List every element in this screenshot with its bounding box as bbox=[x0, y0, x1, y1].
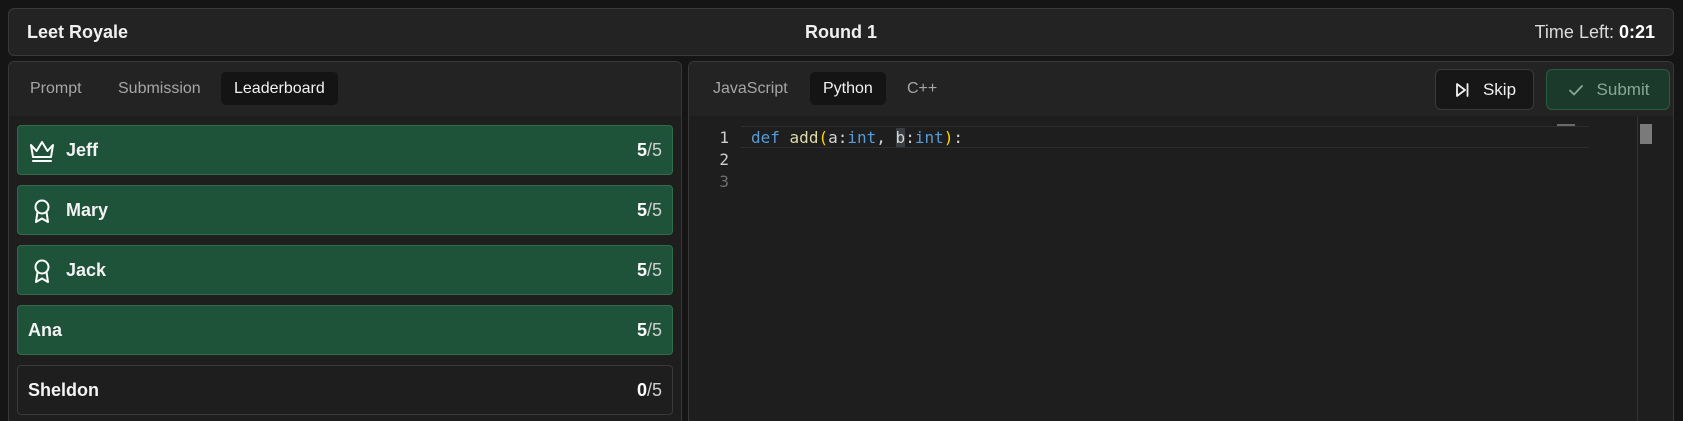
time-left-value: 0:21 bbox=[1618, 22, 1655, 42]
tab-cpp[interactable]: C++ bbox=[894, 72, 950, 105]
submit-label: Submit bbox=[1596, 79, 1650, 99]
top-bar: Leet Royale Round 1 Time Left: 0:21 bbox=[8, 8, 1674, 56]
player-name: Mary bbox=[66, 200, 109, 220]
skip-forward-icon bbox=[1456, 82, 1469, 97]
left-tab-bar: Prompt Submission Leaderboard bbox=[9, 62, 681, 116]
editor-scrollbar-thumb[interactable] bbox=[1640, 124, 1652, 144]
tab-submission[interactable]: Submission bbox=[105, 72, 214, 105]
award-ribbon-icon bbox=[34, 199, 50, 223]
leaderboard-row: Sheldon 0/5 bbox=[17, 365, 673, 415]
crown-icon bbox=[30, 141, 54, 162]
player-score: 5/5 bbox=[636, 140, 662, 160]
leaderboard-row: Jeff 5/5 bbox=[17, 125, 673, 175]
right-panel: JavaScript Python C++ Skip Submit 1 2 3 … bbox=[688, 61, 1674, 421]
time-left: Time Left: 0:21 bbox=[1535, 22, 1655, 43]
leaderboard-row: Ana 5/5 bbox=[17, 305, 673, 355]
code-editor[interactable]: 1 2 3 def add(a:int, b:int): bbox=[689, 116, 1673, 421]
round-indicator: Round 1 bbox=[805, 22, 877, 42]
player-score: 0/5 bbox=[636, 380, 662, 400]
player-name: Jack bbox=[66, 260, 107, 280]
leaderboard-list: Jeff 5/5 Mary 5/5 Jack 5/5 Ana 5/5 Sheld… bbox=[17, 125, 673, 421]
check-icon bbox=[1568, 84, 1583, 95]
tab-python[interactable]: Python bbox=[810, 72, 886, 105]
player-score: 5/5 bbox=[636, 320, 662, 340]
player-score: 5/5 bbox=[636, 260, 662, 280]
time-left-label: Time Left: bbox=[1534, 22, 1619, 42]
tab-prompt[interactable]: Prompt bbox=[17, 72, 95, 105]
leaderboard-row: Jack 5/5 bbox=[17, 245, 673, 295]
submit-button[interactable]: Submit bbox=[1546, 69, 1670, 110]
line-number: 3 bbox=[719, 172, 729, 191]
tab-javascript[interactable]: JavaScript bbox=[700, 72, 801, 105]
left-panel: Prompt Submission Leaderboard Jeff 5/5 M… bbox=[8, 61, 682, 421]
code-line-1[interactable]: def add(a:int, b:int): bbox=[751, 128, 963, 147]
skip-label: Skip bbox=[1482, 79, 1517, 99]
line-number: 1 bbox=[719, 128, 729, 147]
language-tab-bar: JavaScript Python C++ Skip Submit bbox=[689, 62, 1673, 116]
award-ribbon-icon bbox=[34, 259, 50, 283]
editor-scrollbar[interactable] bbox=[1637, 116, 1653, 421]
skip-button[interactable]: Skip bbox=[1435, 69, 1534, 110]
minimap[interactable] bbox=[1557, 124, 1575, 126]
player-name: Jeff bbox=[66, 140, 99, 160]
player-name: Sheldon bbox=[28, 380, 99, 400]
line-number: 2 bbox=[719, 150, 729, 169]
player-name: Ana bbox=[28, 320, 63, 340]
player-score: 5/5 bbox=[636, 200, 662, 220]
leaderboard-row: Mary 5/5 bbox=[17, 185, 673, 235]
tab-leaderboard[interactable]: Leaderboard bbox=[221, 72, 338, 105]
